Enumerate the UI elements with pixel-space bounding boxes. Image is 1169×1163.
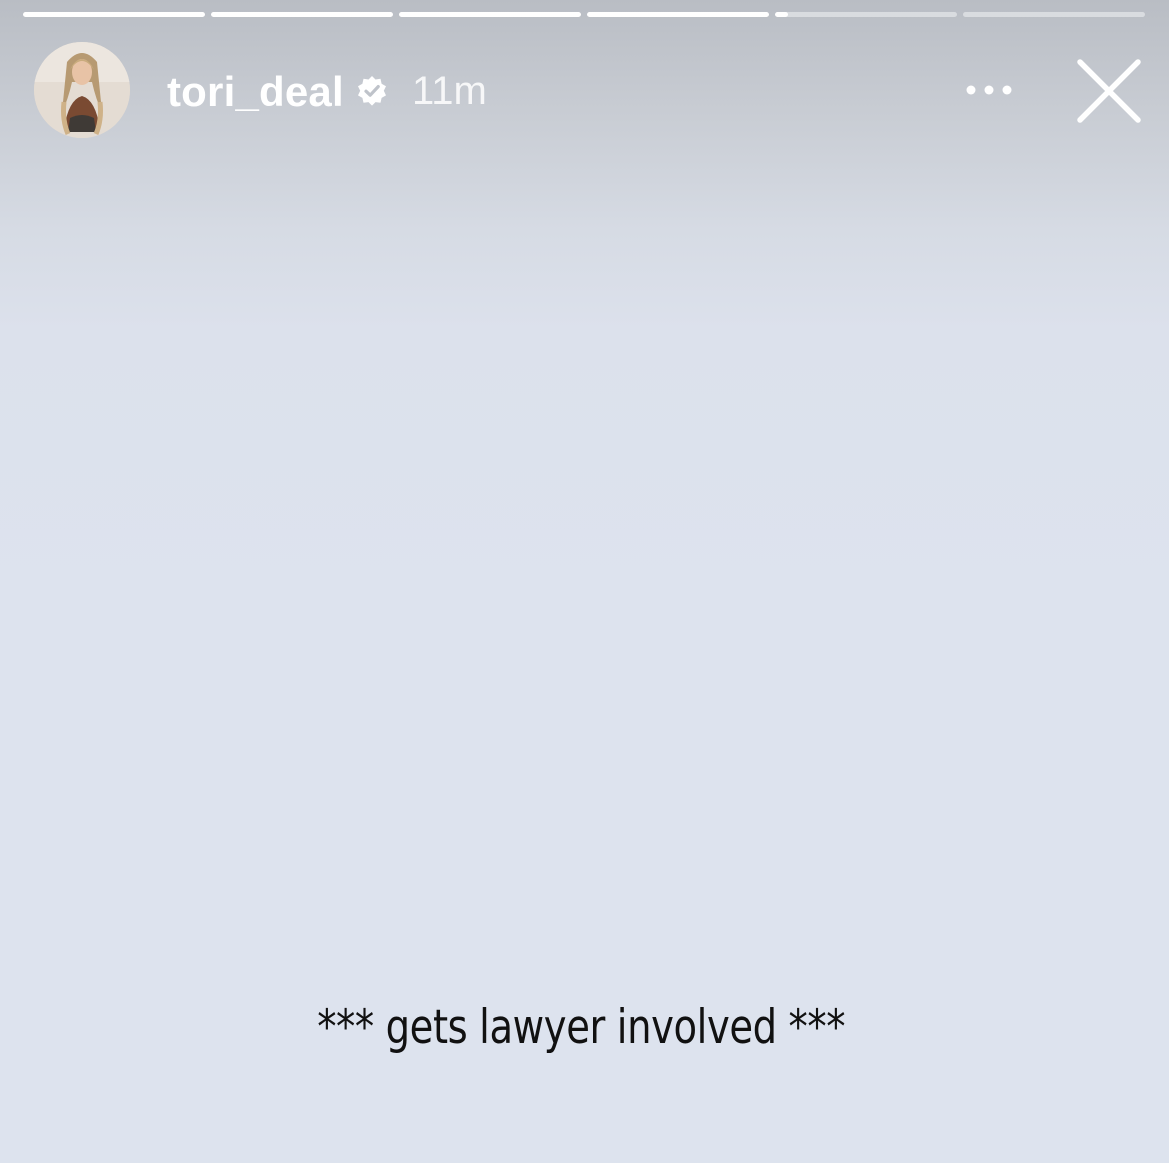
- username[interactable]: tori_deal: [167, 68, 344, 116]
- time-ago: 11m: [412, 69, 487, 113]
- close-icon[interactable]: [1074, 56, 1144, 126]
- progress-segment: [775, 12, 957, 17]
- verified-badge-icon: [358, 76, 386, 106]
- progress-segment: [587, 12, 769, 17]
- progress-segment-fill: [399, 12, 581, 17]
- more-horizontal-icon[interactable]: [964, 82, 1014, 98]
- progress-segment: [399, 12, 581, 17]
- progress-segment-fill: [23, 12, 205, 17]
- story-progress-bar: [23, 12, 1145, 17]
- progress-segment-fill: [211, 12, 393, 17]
- progress-segment: [963, 12, 1145, 17]
- progress-segment-fill: [587, 12, 769, 17]
- progress-segment: [23, 12, 205, 17]
- avatar[interactable]: [34, 42, 130, 138]
- progress-segment: [211, 12, 393, 17]
- progress-segment-fill: [775, 12, 788, 17]
- profile-photo-icon: [34, 42, 130, 138]
- story-viewer[interactable]: tori_deal 11m *** gets lawyer involved *…: [0, 0, 1169, 1163]
- story-header: tori_deal 11m: [34, 42, 1169, 138]
- story-caption: *** gets lawyer involved ***: [317, 1000, 846, 1055]
